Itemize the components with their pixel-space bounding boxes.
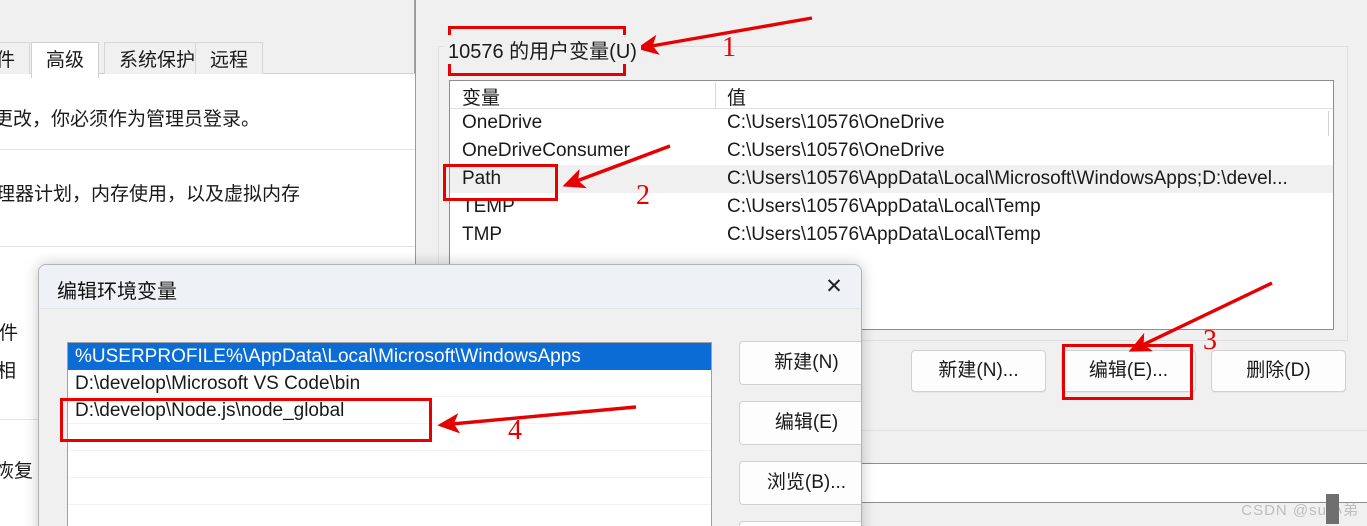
dialog-title: 编辑环境变量 — [57, 281, 177, 303]
startup-recovery-text: 章恢复 — [0, 461, 34, 482]
list-item[interactable]: %USERPROFILE%\AppData\Local\Microsoft\Wi… — [68, 343, 711, 370]
screenshot-root: 文件 高级 系统保护 远程 多数更改，你必须作为管理员登录。 ，处理器计划，内存… — [0, 0, 1367, 526]
cell-value: C:\Users\10576\OneDrive — [727, 140, 945, 161]
dialog-edit-button[interactable]: 编辑(E) — [739, 401, 861, 445]
table-row[interactable]: OneDrive C:\Users\10576\OneDrive — [450, 109, 1333, 137]
dialog-new-button-label: 新建(N) — [774, 352, 839, 373]
table-row[interactable]: OneDriveConsumer C:\Users\10576\OneDrive — [450, 137, 1333, 165]
cell-variable: TMP — [462, 224, 503, 245]
user-profiles-desc-text: 户相 — [0, 361, 17, 382]
csdn-watermark: CSDN @su小弟 — [1241, 502, 1359, 519]
list-item[interactable]: D:\develop\Microsoft VS Code\bin — [68, 370, 711, 397]
tab-files[interactable]: 文件 — [0, 42, 31, 75]
list-item[interactable] — [68, 451, 711, 478]
cell-value: C:\Users\10576\AppData\Local\Temp — [727, 196, 1041, 217]
new-variable-button-label: 新建(N)... — [938, 360, 1019, 381]
cell-value: C:\Users\10576\AppData\Local\Temp — [727, 224, 1041, 245]
divider-2 — [0, 246, 415, 247]
tab-advanced-label: 高级 — [46, 50, 85, 71]
cell-variable: Path — [462, 168, 502, 189]
list-item[interactable] — [68, 478, 711, 505]
list-item-node-global[interactable]: D:\develop\Node.js\node_global — [68, 397, 711, 424]
tab-files-label: 文件 — [0, 50, 16, 71]
edit-variable-button-label: 编辑(E)... — [1088, 360, 1169, 381]
cell-variable: OneDriveConsumer — [462, 140, 630, 161]
user-variables-label: 10576 的用户变量(U) — [444, 35, 641, 64]
close-icon[interactable]: ✕ — [805, 265, 861, 308]
table-row[interactable]: TMP C:\Users\10576\AppData\Local\Temp — [450, 221, 1333, 249]
dialog-titlebar: 编辑环境变量 ✕ — [39, 265, 861, 309]
dialog-delete-button[interactable] — [739, 521, 861, 526]
list-item[interactable] — [68, 505, 711, 526]
tab-remote-label: 远程 — [210, 50, 249, 71]
dialog-browse-button[interactable]: 浏览(B)... — [739, 461, 861, 505]
tab-remote[interactable]: 远程 — [195, 42, 264, 75]
divider-1 — [0, 149, 415, 150]
cell-value: C:\Users\10576\AppData\Local\Microsoft\W… — [727, 168, 1288, 189]
system-properties-tabstrip: 文件 高级 系统保护 远程 — [0, 38, 415, 78]
tab-advanced[interactable]: 高级 — [31, 42, 100, 78]
cell-variable: TEMP — [462, 196, 515, 217]
edit-variable-button[interactable]: 编辑(E)... — [1061, 350, 1196, 392]
cell-variable: OneDrive — [462, 112, 543, 133]
list-item[interactable] — [68, 424, 711, 451]
table-row-path[interactable]: Path C:\Users\10576\AppData\Local\Micros… — [450, 165, 1333, 193]
table-header-row: 变量 值 — [450, 81, 1333, 109]
delete-variable-button-label: 删除(D) — [1246, 360, 1311, 381]
column-header-variable[interactable]: 变量 — [462, 83, 500, 110]
admin-notice-text: 多数更改，你必须作为管理员登录。 — [0, 109, 261, 130]
dialog-browse-button-label: 浏览(B)... — [766, 472, 847, 493]
delete-variable-button[interactable]: 删除(D) — [1211, 350, 1346, 392]
cell-value: C:\Users\10576\OneDrive — [727, 112, 945, 133]
path-list[interactable]: %USERPROFILE%\AppData\Local\Microsoft\Wi… — [67, 342, 712, 526]
tab-system-protection-label: 系统保护 — [119, 50, 196, 71]
performance-desc-text: ，处理器计划，内存使用，以及虚拟内存 — [0, 184, 301, 205]
scroll-indicator[interactable] — [1328, 111, 1329, 136]
column-header-value[interactable]: 值 — [727, 83, 746, 110]
table-row[interactable]: TEMP C:\Users\10576\AppData\Local\Temp — [450, 193, 1333, 221]
dialog-edit-button-label: 编辑(E) — [774, 412, 839, 433]
new-variable-button[interactable]: 新建(N)... — [911, 350, 1046, 392]
text-cursor — [1326, 494, 1339, 524]
column-separator[interactable] — [715, 82, 716, 109]
edit-environment-variable-dialog: 编辑环境变量 ✕ %USERPROFILE%\AppData\Local\Mic… — [38, 264, 862, 526]
dialog-new-button[interactable]: 新建(N) — [739, 341, 861, 385]
user-profiles-text: 文件 — [0, 323, 19, 344]
